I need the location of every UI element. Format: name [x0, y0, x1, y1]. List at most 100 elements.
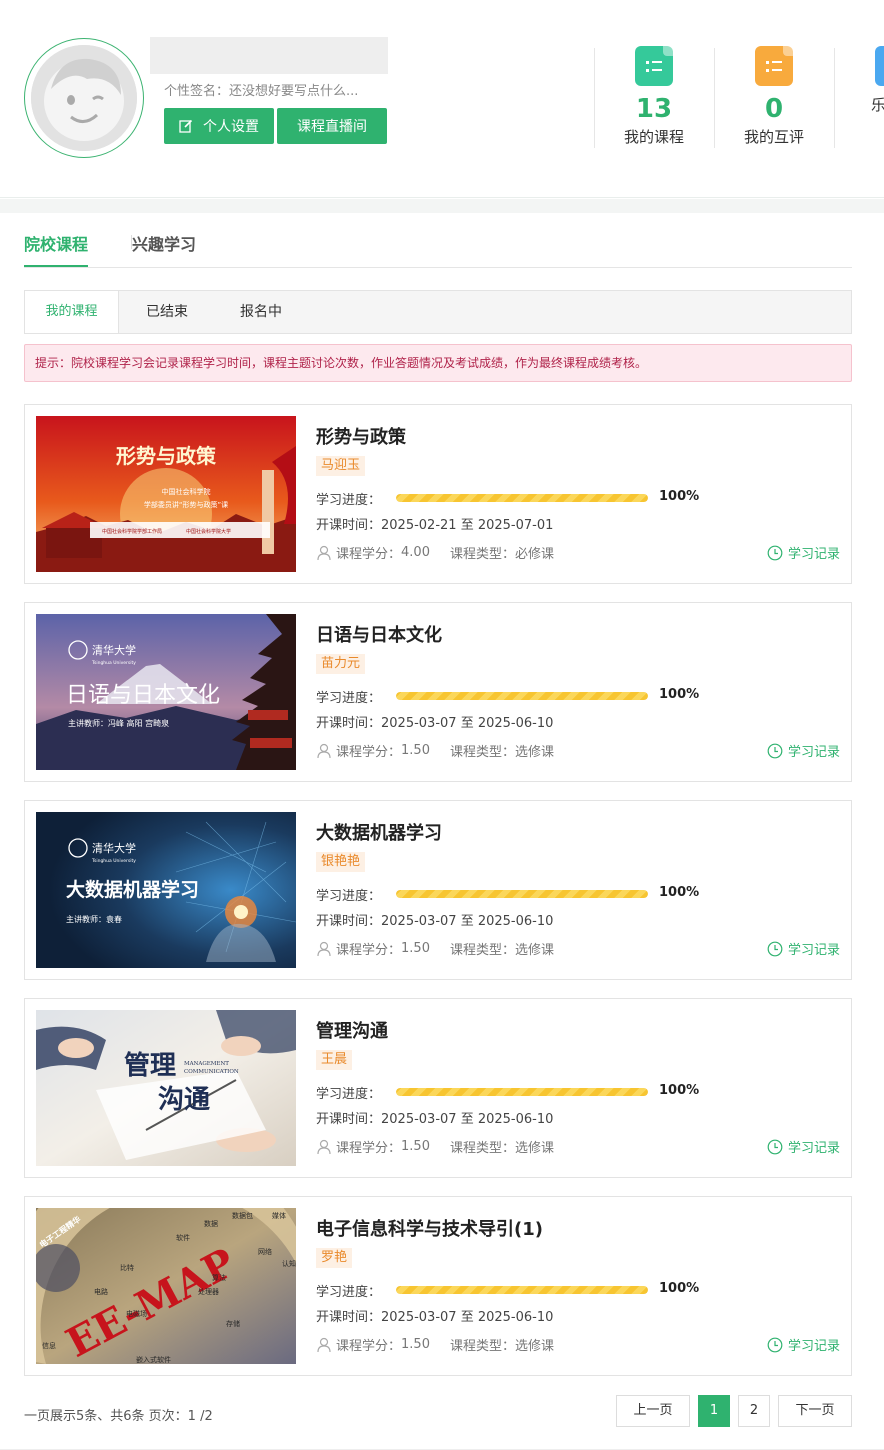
- course-title[interactable]: 电子信息科学与技术导引(1): [316, 1215, 543, 1241]
- cover-school-en: Tsinghua University: [91, 858, 136, 864]
- course-title[interactable]: 形势与政策: [316, 423, 406, 449]
- cover-en1: MANAGEMENT: [184, 1061, 229, 1067]
- time-value: 2025-03-07 至 2025-06-10: [381, 1310, 554, 1325]
- course-time: 开课时间：2025-03-07 至 2025-06-10: [316, 910, 553, 929]
- clock-icon: [767, 1139, 783, 1154]
- next-page-button[interactable]: 下一页: [778, 1395, 852, 1427]
- stat-label: 我的课程: [623, 128, 684, 146]
- study-record-link[interactable]: 学习记录: [767, 1335, 840, 1354]
- type-label: 课程类型：: [449, 745, 515, 760]
- credit-value: 1.50: [401, 1337, 430, 1352]
- avatar[interactable]: [24, 38, 144, 158]
- main-content: 院校课程 兴趣学习 我的课程 已结束 报名中 提示：院校课程学习会记录课程学习时…: [0, 213, 884, 1450]
- type-value: 选修课: [514, 745, 554, 760]
- subtab-enrolling[interactable]: 报名中: [215, 291, 307, 333]
- type-value: 选修课: [514, 1141, 554, 1156]
- progress-fill: [396, 692, 648, 700]
- live-room-button-label: 课程直播间: [297, 119, 367, 135]
- study-record-label: 学习记录: [787, 1339, 840, 1354]
- teacher-badge: 罗艳: [316, 1248, 353, 1268]
- avatar-image: [31, 45, 137, 151]
- cover-keyword: 电磁场: [126, 1309, 147, 1318]
- cover-org1: 中国社会科学院学部工作局: [102, 528, 162, 535]
- live-room-button[interactable]: 课程直播间: [277, 108, 387, 144]
- prev-page-button[interactable]: 上一页: [616, 1395, 690, 1427]
- cover-keyword: 电路: [94, 1287, 108, 1296]
- settings-button[interactable]: 个人设置: [164, 108, 274, 144]
- course-title[interactable]: 日语与日本文化: [316, 621, 442, 647]
- user-icon: [317, 1337, 331, 1352]
- credit-value: 1.50: [401, 1139, 430, 1154]
- cover-keyword: 比特: [120, 1263, 134, 1272]
- signature-text: 个性签名：还没想好要写点什么...: [164, 84, 359, 99]
- stat-my-reviews[interactable]: 0 我的互评: [714, 46, 834, 147]
- progress-bar: [396, 692, 648, 700]
- subtab-ended[interactable]: 已结束: [119, 291, 215, 333]
- progress-label: 学习进度：: [316, 1285, 382, 1300]
- username-placeholder: [150, 37, 388, 74]
- list-doc-icon: [635, 46, 673, 86]
- course-title[interactable]: 管理沟通: [316, 1017, 388, 1043]
- stat-label: 我的互评: [743, 128, 804, 146]
- page-1-button[interactable]: 1: [698, 1395, 730, 1427]
- top-tabs: 院校课程 兴趣学习: [24, 213, 852, 268]
- teacher-badge: 马迎玉: [316, 456, 366, 476]
- stat-my-courses[interactable]: 13 我的课程: [594, 46, 714, 147]
- user-icon: [317, 941, 331, 956]
- progress-bar: [396, 1286, 648, 1294]
- study-record-link[interactable]: 学习记录: [767, 1137, 840, 1156]
- time-value: 2025-03-07 至 2025-06-10: [381, 716, 554, 731]
- course-time: 开课时间：2025-03-07 至 2025-06-10: [316, 712, 553, 731]
- course-time: 开课时间：2025-02-21 至 2025-07-01: [316, 514, 553, 533]
- type-label: 课程类型：: [449, 943, 515, 958]
- course-cover[interactable]: 清华大学 Tsinghua University 日语与日本文化 主讲教师：冯峰…: [36, 614, 296, 770]
- cover-school: 清华大学: [92, 643, 136, 657]
- credit-label: 课程学分：: [336, 1339, 402, 1354]
- tab-school-courses[interactable]: 院校课程: [24, 231, 88, 255]
- progress-fill: [396, 890, 648, 898]
- credit-label: 课程学分：: [336, 745, 402, 760]
- course-card[interactable]: 清华大学 Tsinghua University 大数据机器学习 主讲教师：袁春…: [24, 800, 852, 980]
- settings-button-label: 个人设置: [203, 119, 259, 135]
- progress-percent: 100%: [659, 687, 700, 702]
- course-cover[interactable]: 形势与政策 中国社会科学院 学部委员讲“形势与政策”课 中国社会科学院学部工作局…: [36, 416, 296, 572]
- progress-bar: [396, 1088, 648, 1096]
- course-cover[interactable]: EE-MAP 电子工程精华 数据 数据包 媒体 软件 网络 认知 比特 算法 电路 处理器 电磁场存…: [36, 1208, 296, 1364]
- cover-line1: 中国社会科学院: [162, 487, 211, 496]
- course-cover[interactable]: 清华大学 Tsinghua University 大数据机器学习 主讲教师：袁春: [36, 812, 296, 968]
- cover-headline2: 沟通: [158, 1085, 210, 1115]
- time-label: 开课时间：: [316, 518, 382, 533]
- doc-icon: [875, 46, 884, 86]
- clock-icon: [767, 743, 783, 758]
- progress-fill: [396, 1088, 648, 1096]
- course-card[interactable]: 管理 沟通 MANAGEMENT COMMUNICATION 管理沟通 王晨 学…: [24, 998, 852, 1178]
- study-record-link[interactable]: 学习记录: [767, 741, 840, 760]
- course-card[interactable]: 形势与政策 中国社会科学院 学部委员讲“形势与政策”课 中国社会科学院学部工作局…: [24, 404, 852, 584]
- course-time: 开课时间：2025-03-07 至 2025-06-10: [316, 1306, 553, 1325]
- cover-keyword: 媒体: [272, 1211, 286, 1220]
- time-label: 开课时间：: [316, 1310, 382, 1325]
- course-cover[interactable]: 管理 沟通 MANAGEMENT COMMUNICATION: [36, 1010, 296, 1166]
- progress-label: 学习进度：: [316, 1087, 382, 1102]
- course-card[interactable]: EE-MAP 电子工程精华 数据 数据包 媒体 软件 网络 认知 比特 算法 电路 处理器 电磁场存…: [24, 1196, 852, 1376]
- credit-value: 1.50: [401, 743, 430, 758]
- progress-percent: 100%: [659, 885, 700, 900]
- study-record-label: 学习记录: [787, 547, 840, 562]
- cover-headline: 大数据机器学习: [66, 878, 199, 901]
- course-title[interactable]: 大数据机器学习: [316, 819, 442, 845]
- clock-icon: [767, 941, 783, 956]
- cover-school-en: Tsinghua University: [91, 660, 136, 666]
- credit-label: 课程学分：: [336, 1141, 402, 1156]
- page-2-button[interactable]: 2: [738, 1395, 770, 1427]
- cover-lecturer: 主讲教师：袁春: [66, 914, 122, 924]
- course-card[interactable]: 清华大学 Tsinghua University 日语与日本文化 主讲教师：冯峰…: [24, 602, 852, 782]
- cover-keyword: 信息: [42, 1341, 56, 1350]
- sub-tabs: 我的课程 已结束 报名中: [24, 290, 852, 334]
- teacher-badge: 王晨: [316, 1050, 353, 1070]
- tab-interest-learning[interactable]: 兴趣学习: [132, 231, 196, 255]
- subtab-my-courses[interactable]: 我的课程: [25, 291, 119, 333]
- study-record-link[interactable]: 学习记录: [767, 543, 840, 562]
- credit-label: 课程学分：: [336, 943, 402, 958]
- stat-third-clipped[interactable]: 乐: [835, 46, 884, 166]
- study-record-link[interactable]: 学习记录: [767, 939, 840, 958]
